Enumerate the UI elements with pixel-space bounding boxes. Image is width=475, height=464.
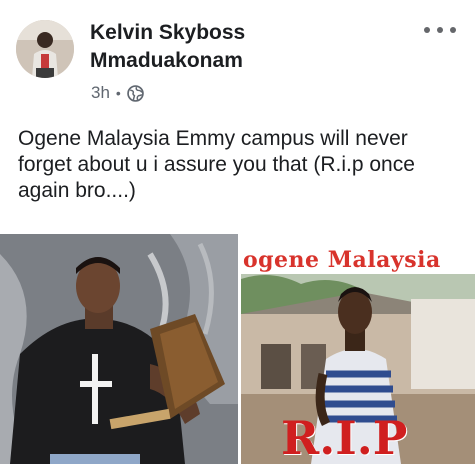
more-dot (424, 27, 430, 33)
post-text: Ogene Malaysia Emmy campus will never fo… (18, 127, 415, 202)
more-dot (437, 27, 443, 33)
post-timestamp[interactable]: 3h (91, 83, 110, 103)
post-photo-right[interactable]: ogene Malaysia R.I.P (241, 234, 475, 464)
post-meta: 3h • (91, 82, 144, 104)
meta-separator: • (115, 85, 121, 101)
facebook-post: Kelvin Skyboss Mmaduakonam 3h • Ogene Ma… (0, 0, 475, 464)
author-avatar[interactable] (16, 20, 74, 78)
photo-man-with-gong (0, 234, 238, 464)
globe-icon (127, 84, 144, 102)
post-photo-left[interactable] (0, 234, 238, 464)
memorial-rip-text: R.I.P (281, 411, 408, 464)
avatar-image (16, 20, 74, 78)
author-name-line1: Kelvin Skyboss (90, 21, 246, 44)
more-dot (450, 27, 456, 33)
more-options-icon[interactable] (424, 20, 456, 40)
author-name[interactable]: Kelvin Skyboss Mmaduakonam (90, 19, 390, 75)
author-name-line2: Mmaduakonam (90, 49, 243, 72)
memorial-title: ogene Malaysia (243, 247, 441, 273)
